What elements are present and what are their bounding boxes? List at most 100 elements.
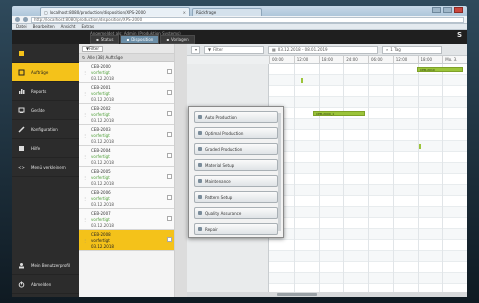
top-tabs: ▪ Status ▪ Disposition ▪ Vorlagen	[90, 35, 195, 44]
item-icon	[198, 179, 202, 183]
order-checkbox[interactable]	[167, 174, 172, 179]
order-date: 03.12.2018	[91, 223, 114, 228]
sidebar: Aufträge Reports Geräte Konfiguration Hi…	[12, 44, 79, 297]
sidebar-item-configuration[interactable]: Konfiguration	[12, 120, 79, 139]
order-card[interactable]: ⋮ CEB-2005 vorfertigt 03.12.2018	[79, 167, 174, 188]
order-checkbox[interactable]	[167, 90, 172, 95]
dropdown-item[interactable]: Pattern Setup	[194, 191, 278, 203]
order-cards: ⋮ CEB-2000 vorfertigt 03.12.2018 ⋮ CEB-2001 vo…	[79, 62, 174, 251]
order-card-body: CEB-2005 vorfertigt 03.12.2018	[91, 167, 174, 187]
gantt-marker[interactable]	[419, 144, 421, 149]
date-range-field[interactable]: ▦ 03.12.2018 - 08.01.2019	[268, 45, 378, 54]
browser-tab2-title: Rückfrage	[196, 10, 217, 15]
tab-label: Vorlagen	[171, 37, 189, 42]
item-icon	[198, 227, 202, 231]
drag-handle-icon[interactable]: ⋮	[79, 209, 91, 229]
order-group-header[interactable]: ↻ Alle (38) Aufträge	[79, 54, 174, 62]
menu-item-view[interactable]: Ansicht	[61, 24, 76, 29]
order-card[interactable]: ⋮ CEB-2002 vorfertigt 03.12.2018	[79, 104, 174, 125]
order-card[interactable]: ⋮ CEB-2001 vorfertigt 03.12.2018	[79, 83, 174, 104]
gantt-chart[interactable]: CEB-2010 CEB-2000_1	[269, 64, 467, 297]
gantt-bar[interactable]: CEB-2000_1	[313, 111, 365, 116]
sidebar-item-help[interactable]: Hilfe	[12, 139, 79, 158]
gantt-filter-button[interactable]: ▼ Filter	[204, 45, 264, 54]
chevron-down-icon: ▾	[195, 47, 198, 52]
sidebar-item-orders[interactable]: Aufträge	[12, 63, 79, 82]
forward-button[interactable]	[23, 17, 28, 22]
time-axis: 00:00 12:00 18:00 24:00 06:00 12:00 18:0…	[269, 56, 467, 64]
app-header: Angemeldet als: Admin (Produktion System…	[12, 30, 467, 44]
gantt-bar[interactable]: CEB-2010	[417, 67, 463, 72]
order-card[interactable]: ⋮ CEB-2006 vorfertigt 03.12.2018	[79, 188, 174, 209]
gantt-marker[interactable]	[301, 78, 303, 83]
order-date: 03.12.2018	[91, 160, 114, 165]
order-list: ▼ Filter ↻ Alle (38) Aufträge ⋮ CEB-2000 v…	[79, 44, 175, 297]
dropdown-item[interactable]: Repair	[194, 223, 278, 235]
menu-item-extras[interactable]: Extras	[81, 24, 94, 29]
order-checkbox[interactable]	[167, 195, 172, 200]
order-checkbox[interactable]	[167, 153, 172, 158]
order-card[interactable]: ⋮ CEB-2008 vorfertigt 03.12.2018	[79, 230, 174, 251]
dropdown-item-label: Quality Assurance	[205, 210, 242, 216]
order-card[interactable]: ⋮ CEB-2004 vorfertigt 03.12.2018	[79, 146, 174, 167]
sidebar-item-logout[interactable]: Abmelden	[12, 275, 79, 294]
sidebar-item-label: Menü verkleinern	[31, 164, 66, 170]
dropdown-item[interactable]: Maintenance	[194, 175, 278, 187]
tab-icon: ▪	[126, 37, 130, 42]
dropdown-item[interactable]: Quality Assurance	[194, 207, 278, 219]
order-card[interactable]: ⋮ CEB-2003 vorfertigt 03.12.2018	[79, 125, 174, 146]
order-filter-button[interactable]: ▼ Filter	[82, 45, 103, 52]
horizontal-scrollbar[interactable]	[187, 292, 467, 297]
order-card[interactable]: ⋮ CEB-2007 vorfertigt 03.12.2018	[79, 209, 174, 230]
sidebar-item-reports[interactable]: Reports	[12, 82, 79, 101]
sidebar-item-profile[interactable]: Mein Benutzerprofil	[12, 256, 79, 275]
dropdown-toggle[interactable]: ▾	[191, 45, 200, 54]
dropdown-item-label: Optimal Production	[205, 130, 244, 136]
maximize-button[interactable]	[443, 7, 452, 13]
scroll-thumb[interactable]	[277, 293, 317, 296]
view-select[interactable]: ⌕ 1 Tag	[382, 45, 442, 54]
back-button[interactable]	[15, 17, 20, 22]
sidebar-item-devices[interactable]: Geräte	[12, 101, 79, 120]
order-card[interactable]: ⋮ CEB-2000 vorfertigt 03.12.2018	[79, 62, 174, 83]
dropdown-scrollbar[interactable]	[278, 113, 281, 231]
drag-handle-icon[interactable]: ⋮	[79, 104, 91, 124]
close-tab-icon[interactable]: ×	[183, 10, 186, 15]
order-status: vorfertigt	[91, 154, 110, 159]
tab-disposition[interactable]: ▪ Disposition	[120, 35, 160, 44]
tab-templates[interactable]: ▪ Vorlagen	[160, 35, 195, 44]
drag-handle-icon[interactable]: ⋮	[79, 83, 91, 103]
browser-tab-2[interactable]: Rückfrage	[192, 8, 262, 16]
dropdown-item[interactable]: Auto Production	[194, 111, 278, 123]
minimize-button[interactable]	[432, 7, 441, 13]
dropdown-item-label: Maintenance	[205, 178, 231, 184]
drag-handle-icon[interactable]: ⋮	[79, 188, 91, 208]
menu-item-edit[interactable]: Bearbeiten	[33, 24, 55, 29]
sidebar-item-collapse[interactable]: <> Menü verkleinern	[12, 158, 79, 177]
drag-handle-icon[interactable]: ⋮	[79, 230, 91, 250]
order-checkbox[interactable]	[167, 132, 172, 137]
order-checkbox[interactable]	[167, 69, 172, 74]
order-checkbox[interactable]	[167, 237, 172, 242]
browser-tab-active[interactable]: ▢ localhost:8080/production/disposition/…	[40, 7, 190, 16]
dropdown-item[interactable]: Graded Production	[194, 143, 278, 155]
menu-item-file[interactable]: Datei	[16, 24, 27, 29]
address-field[interactable]: http://localhost:8080/production/disposi…	[31, 16, 464, 23]
time-label: 24:00	[343, 56, 368, 63]
dropdown-item[interactable]: Optimal Production	[194, 127, 278, 139]
sidebar-item-label: Reports	[31, 88, 47, 94]
device-icon	[18, 107, 25, 114]
sidebar-item-user[interactable]	[12, 44, 79, 63]
drag-handle-icon[interactable]: ⋮	[79, 125, 91, 145]
dropdown-item[interactable]: Material Setup	[194, 159, 278, 171]
search-icon: ⌕	[386, 47, 389, 52]
close-window-button[interactable]	[454, 7, 463, 13]
filter-icon: ▼	[208, 47, 212, 52]
order-checkbox[interactable]	[167, 111, 172, 116]
drag-handle-icon[interactable]: ⋮	[79, 167, 91, 187]
drag-handle-icon[interactable]: ⋮	[79, 62, 91, 82]
tab-label: Status	[100, 37, 114, 42]
drag-handle-icon[interactable]: ⋮	[79, 146, 91, 166]
order-checkbox[interactable]	[167, 216, 172, 221]
tab-status[interactable]: ▪ Status	[90, 35, 120, 44]
